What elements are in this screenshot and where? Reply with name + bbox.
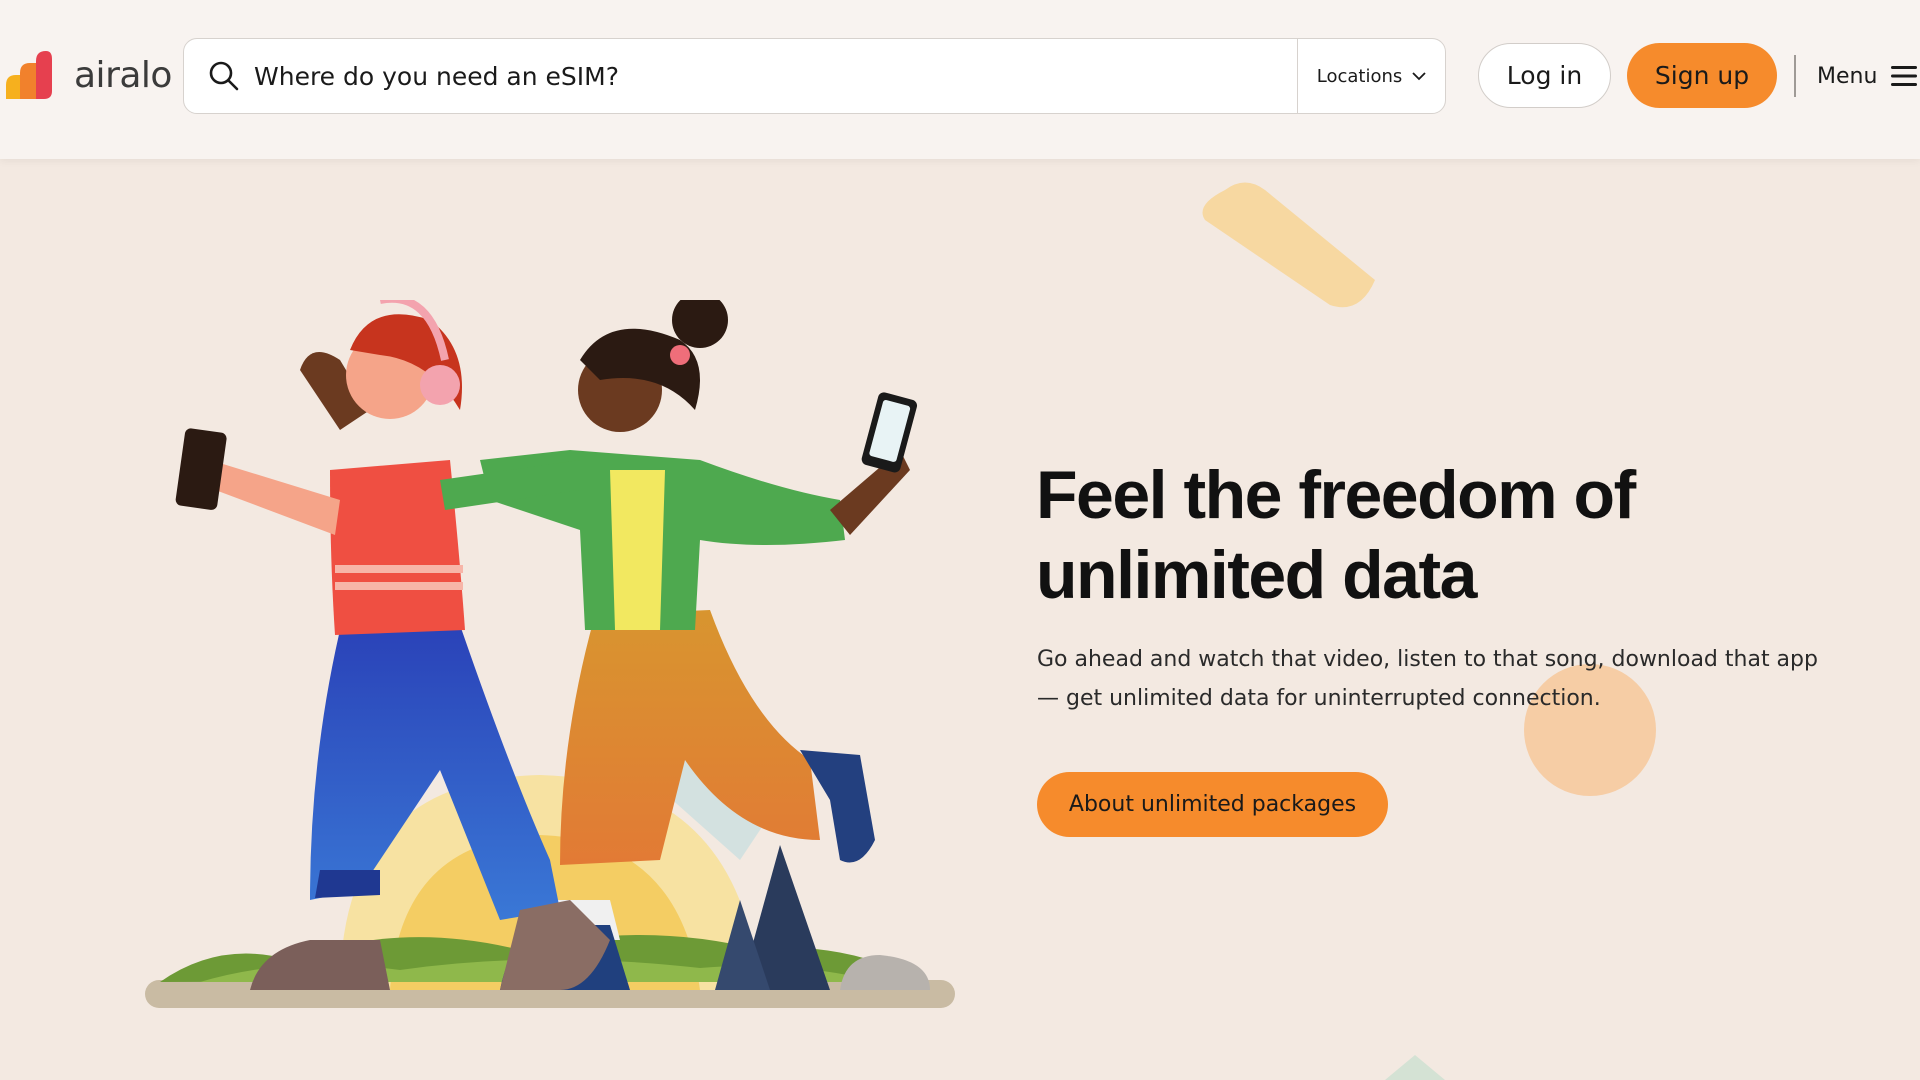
- locations-label: Locations: [1316, 65, 1403, 87]
- search-bar[interactable]: Where do you need an eSIM? Locations: [183, 38, 1446, 114]
- search-input[interactable]: Where do you need an eSIM?: [254, 62, 1297, 91]
- locations-dropdown[interactable]: Locations: [1297, 39, 1445, 113]
- chevron-down-icon: [1412, 72, 1426, 81]
- hero-illustration: [145, 300, 955, 1008]
- site-header: airalo Where do you need an eSIM? Locati…: [0, 0, 1920, 159]
- hero-title: Feel the freedom of unlimited data: [1036, 457, 1636, 613]
- brand-name: airalo: [74, 54, 172, 96]
- about-unlimited-packages-button[interactable]: About unlimited packages: [1037, 772, 1388, 837]
- search-icon: [209, 61, 239, 91]
- hero-description: Go ahead and watch that video, listen to…: [1037, 647, 1818, 711]
- airalo-logo-mark: [6, 51, 52, 99]
- decorative-mint-shape: [1385, 1055, 1445, 1080]
- airalo-logo[interactable]: airalo: [6, 50, 172, 100]
- decorative-yellow-shape: [1202, 182, 1375, 308]
- login-button[interactable]: Log in: [1478, 43, 1611, 108]
- menu-button[interactable]: Menu: [1817, 55, 1918, 97]
- signup-button[interactable]: Sign up: [1627, 43, 1777, 108]
- hamburger-menu-icon: [1891, 66, 1918, 86]
- menu-label: Menu: [1817, 63, 1878, 89]
- header-divider: [1794, 55, 1796, 97]
